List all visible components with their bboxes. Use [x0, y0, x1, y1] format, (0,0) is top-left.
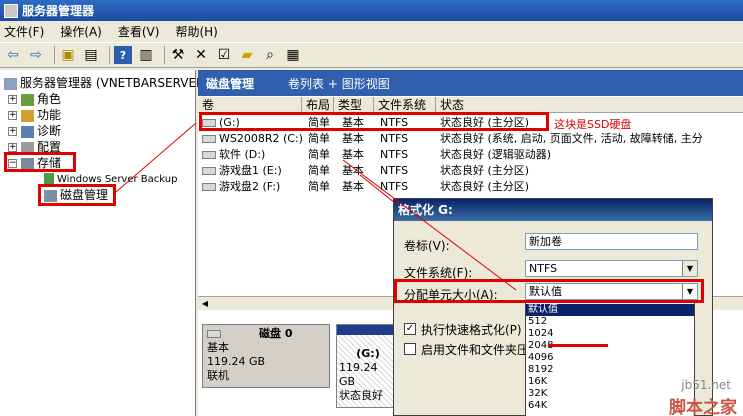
highlight-g-volume: [199, 112, 549, 131]
menu-bar: 文件(F) 操作(A) 查看(V) 帮助(H): [0, 21, 743, 41]
features-icon: [21, 109, 34, 122]
column-header-filesystem[interactable]: 文件系统: [374, 97, 436, 113]
highlight-storage: [4, 152, 76, 172]
connect-icon[interactable]: ⚒: [169, 46, 187, 64]
volume-icon: [202, 183, 216, 191]
toolbar: ⇦ ⇨ ▣ ▤ ? ▥ ⚒ ✕ ☑ ▰ ⌕ ▦: [0, 42, 743, 68]
server-manager-icon: [4, 3, 18, 18]
properties-icon[interactable]: ▥: [137, 46, 155, 64]
watermark-site: jb51.net: [681, 378, 731, 392]
tree-item-roles[interactable]: + 角色: [8, 92, 61, 107]
content-header: 磁盘管理 卷列表 + 图形视图: [198, 70, 743, 96]
back-icon[interactable]: ⇦: [4, 46, 22, 64]
quick-format-label: 执行快速格式化(P): [421, 323, 522, 337]
menu-file[interactable]: 文件(F): [4, 23, 44, 40]
column-header-type[interactable]: 类型: [334, 97, 374, 113]
volume-icon: [202, 151, 216, 159]
roles-icon: [21, 93, 34, 106]
disk-0-label[interactable]: 磁盘 0 基本 119.24 GB 联机: [202, 324, 330, 388]
up-icon[interactable]: ▣: [59, 46, 77, 64]
option-16k[interactable]: 16K: [526, 376, 694, 388]
format-dialog: 格式化 G: 卷标(V): 新加卷 文件系统(F): NTFS ▼ 分配单元大小…: [393, 198, 713, 416]
compression-label: 启用文件和文件夹压: [421, 343, 530, 357]
list-icon[interactable]: ▤: [82, 46, 100, 64]
volume-label-input[interactable]: 新加卷: [525, 233, 698, 250]
tree-item-features[interactable]: + 功能: [8, 108, 61, 123]
window-title: 服务器管理器: [22, 4, 95, 18]
tree-root[interactable]: 服务器管理器 (VNETBARSERVER): [4, 76, 209, 91]
table-row[interactable]: WS2008R2 (C:) 简单 基本 NTFS 状态良好 (系统, 启动, 页…: [198, 131, 743, 147]
highlight-disk-management: [38, 184, 116, 206]
table-row[interactable]: 软件 (D:) 简单 基本 NTFS 状态良好 (逻辑驱动器): [198, 147, 743, 163]
option-default[interactable]: 默认值: [526, 304, 694, 316]
view-mode: 卷列表 + 图形视图: [288, 76, 390, 91]
tree-item-diagnostics[interactable]: + 诊断: [8, 124, 61, 139]
option-512[interactable]: 512: [526, 316, 694, 328]
volume-icon: [202, 135, 216, 143]
title-bar: 服务器管理器: [0, 0, 743, 21]
column-header-layout[interactable]: 布局: [302, 97, 334, 113]
partition-g[interactable]: (G:) 119.24 GB 状态良好: [336, 324, 398, 408]
chevron-down-icon[interactable]: ▼: [682, 261, 697, 276]
compression-checkbox[interactable]: [404, 343, 416, 355]
delete-icon[interactable]: ✕: [192, 46, 210, 64]
option-8192[interactable]: 8192: [526, 364, 694, 376]
dialog-title: 格式化 G:: [394, 199, 712, 221]
filesystem-select[interactable]: NTFS ▼: [525, 260, 698, 277]
expand-icon[interactable]: +: [8, 143, 17, 152]
option-4096[interactable]: 4096: [526, 352, 694, 364]
folder-icon[interactable]: ▰: [238, 46, 256, 64]
option-1024[interactable]: 1024: [526, 328, 694, 340]
ssd-annotation: 这块是SSD硬盘: [554, 118, 632, 131]
volume-icon: [202, 167, 216, 175]
highlight-4096: [548, 344, 608, 347]
column-header-status[interactable]: 状态: [436, 97, 743, 113]
menu-help[interactable]: 帮助(H): [175, 23, 217, 40]
server-icon: [4, 77, 17, 90]
page-title: 磁盘管理: [206, 76, 255, 91]
expand-icon[interactable]: +: [8, 111, 17, 120]
menu-action[interactable]: 操作(A): [60, 23, 102, 40]
view-icon[interactable]: ▦: [284, 46, 302, 64]
help-icon[interactable]: ?: [114, 46, 132, 64]
volume-label-label: 卷标(V):: [404, 239, 450, 253]
highlight-allocation-unit: [394, 279, 704, 303]
disk-icon: [207, 330, 221, 338]
table-row[interactable]: 游戏盘1 (E:) 简单 基本 NTFS 状态良好 (主分区): [198, 163, 743, 179]
quick-format-checkbox[interactable]: ✓: [404, 323, 416, 335]
expand-icon[interactable]: +: [8, 95, 17, 104]
navigation-tree: 服务器管理器 (VNETBARSERVER) + 角色 + 功能 + 诊断 + 配置 −…: [0, 70, 209, 416]
watermark-brand: 脚本之家: [669, 398, 737, 416]
check-icon[interactable]: ☑: [215, 46, 233, 64]
table-row[interactable]: 游戏盘2 (F:) 简单 基本 NTFS 状态良好 (主分区): [198, 179, 743, 195]
search-icon[interactable]: ⌕: [261, 46, 279, 64]
column-header-volume[interactable]: 卷: [198, 97, 302, 113]
expand-icon[interactable]: +: [8, 127, 17, 136]
scroll-left-icon[interactable]: ◀: [198, 298, 212, 310]
diagnostics-icon: [21, 125, 34, 138]
forward-icon[interactable]: ⇨: [27, 46, 45, 64]
menu-view[interactable]: 查看(V): [118, 23, 160, 40]
